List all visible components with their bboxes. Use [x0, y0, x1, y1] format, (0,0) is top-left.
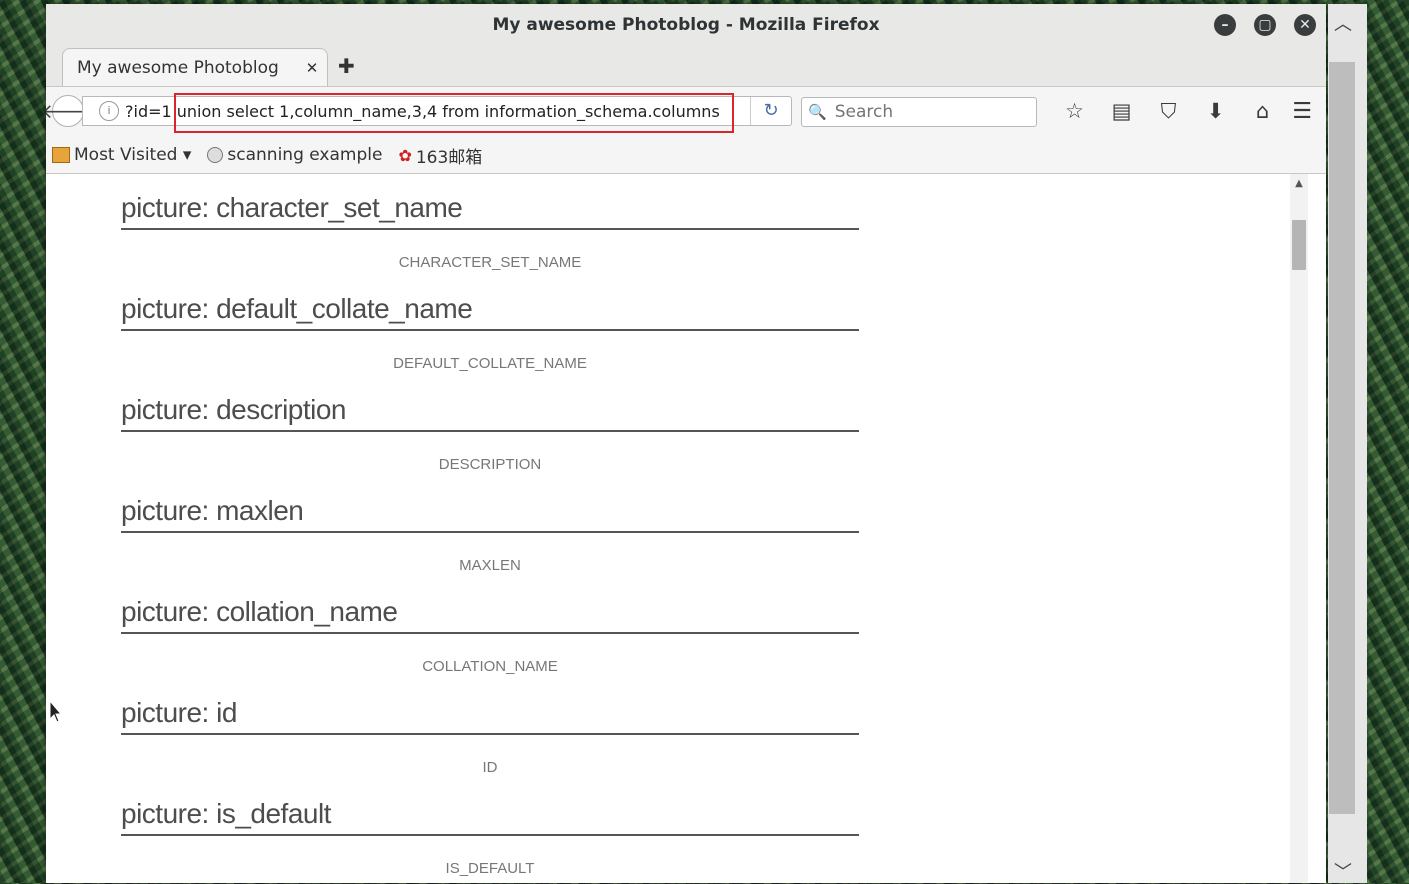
close-icon[interactable]: ✕	[1294, 14, 1316, 36]
title-bar: My awesome Photoblog - Mozilla Firefox –…	[46, 4, 1326, 46]
entry-caption: IS_DEFAULT	[445, 860, 535, 877]
back-arrow-icon[interactable]: 🡐	[46, 95, 95, 127]
list-item: picture: collation_name COLLATION_NAME	[121, 592, 859, 675]
entry-caption: DESCRIPTION	[438, 456, 542, 473]
list-item: picture: id ID	[121, 693, 859, 776]
tab-label: My awesome Photoblog	[77, 57, 279, 78]
folder-icon	[52, 147, 70, 163]
new-tab-icon[interactable]: ✚	[338, 54, 355, 78]
list-item: picture: is_default IS_DEFAULT	[121, 794, 859, 877]
hamburger-menu-icon[interactable]: ☰	[1292, 99, 1312, 124]
globe-icon	[207, 147, 224, 163]
bookmark-scanning-example[interactable]: scanning example	[207, 145, 382, 165]
list-item: picture: default_collate_name DEFAULT_CO…	[121, 289, 859, 372]
mail-icon: ✿	[398, 145, 412, 165]
bookmark-most-visited[interactable]: Most Visited ▾	[52, 145, 191, 165]
reading-list-icon[interactable]: ▤	[1098, 99, 1145, 124]
page-scrollbar[interactable]: ▲	[1290, 174, 1308, 883]
list-item: picture: description DESCRIPTION	[121, 390, 859, 473]
scrollbar-thumb[interactable]	[1292, 220, 1306, 270]
entry-caption: DEFAULT_COLLATE_NAME	[393, 355, 587, 372]
browser-window: My awesome Photoblog - Mozilla Firefox –…	[46, 4, 1326, 883]
maximize-icon[interactable]: ▢	[1254, 14, 1276, 36]
entry-title: picture: collation_name	[121, 592, 859, 634]
reload-icon[interactable]: ↻	[750, 97, 791, 125]
scroll-up-icon[interactable]: ▲	[1290, 178, 1308, 189]
search-input[interactable]	[832, 101, 1027, 123]
entry-caption: ID	[482, 759, 498, 776]
outer-scrollbar-thumb[interactable]	[1329, 62, 1355, 814]
entry-caption: CHARACTER_SET_NAME	[398, 254, 582, 271]
bookmark-163-mail[interactable]: ✿ 163邮箱	[398, 143, 482, 168]
download-icon[interactable]: ⬇	[1192, 99, 1239, 124]
outer-scrollbar[interactable]: ︿ ﹀	[1328, 4, 1367, 883]
search-field[interactable]: 🔍	[801, 97, 1037, 127]
bookmark-star-icon[interactable]: ☆	[1051, 99, 1098, 124]
search-icon: 🔍	[808, 103, 827, 121]
entry-title: picture: description	[121, 390, 859, 432]
chevron-up-icon[interactable]: ︿	[1334, 10, 1352, 36]
pocket-icon[interactable]: ⛉	[1145, 99, 1192, 124]
nav-bar: 🡐 i ?id=1 union select 1,column_name,3,4…	[46, 87, 1326, 137]
list-item: picture: maxlen MAXLEN	[121, 491, 859, 574]
entry-caption: MAXLEN	[459, 557, 521, 574]
page-content: picture: character_set_name CHARACTER_SE…	[46, 174, 1308, 883]
info-icon[interactable]: i	[99, 101, 119, 121]
tab-photoblog[interactable]: My awesome Photoblog ✕	[62, 48, 328, 86]
list-item: picture: character_set_name CHARACTER_SE…	[121, 188, 859, 271]
url-bar[interactable]: i ?id=1 union select 1,column_name,3,4 f…	[82, 96, 792, 126]
entry-title: picture: id	[121, 693, 859, 735]
tab-close-icon[interactable]: ✕	[297, 59, 327, 77]
bookmarks-toolbar: Most Visited ▾ scanning example ✿ 163邮箱	[46, 137, 1326, 174]
url-text[interactable]: ?id=1 union select 1,column_name,3,4 fro…	[125, 102, 725, 121]
chevron-down-icon[interactable]: ﹀	[1334, 858, 1352, 884]
minimize-icon[interactable]: –	[1214, 14, 1236, 36]
entry-title: picture: is_default	[121, 794, 859, 836]
window-title: My awesome Photoblog - Mozilla Firefox	[492, 15, 880, 35]
mouse-cursor-icon	[49, 700, 63, 723]
entry-title: picture: maxlen	[121, 491, 859, 533]
tab-bar: My awesome Photoblog ✕ ✚	[46, 46, 1326, 87]
entry-title: picture: default_collate_name	[121, 289, 859, 331]
entry-caption: COLLATION_NAME	[422, 658, 558, 675]
home-icon[interactable]: ⌂	[1239, 99, 1286, 124]
entry-title: picture: character_set_name	[121, 188, 859, 230]
